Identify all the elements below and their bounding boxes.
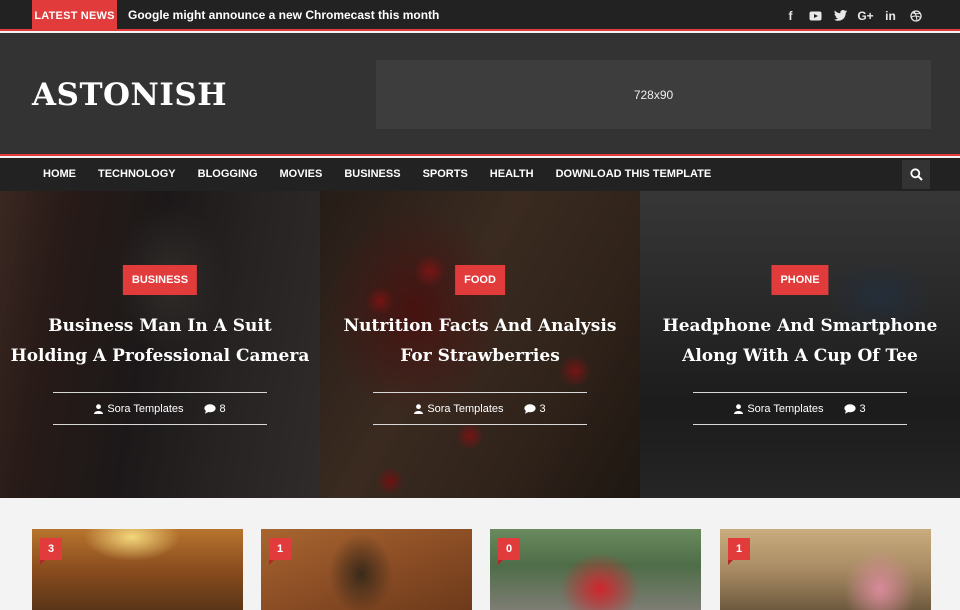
- post-thumbnail: [720, 529, 931, 610]
- twitter-icon[interactable]: [828, 0, 853, 31]
- comment-count[interactable]: 3: [540, 403, 546, 415]
- main-navigation: HOME TECHNOLOGY BLOGGING MOVIES BUSINESS…: [0, 158, 960, 191]
- post-card[interactable]: 1: [261, 529, 472, 610]
- comment-icon: [523, 404, 536, 414]
- post-title[interactable]: Business Man In A Suit Holding A Profess…: [8, 311, 312, 371]
- featured-posts: BUSINESS Business Man In A Suit Holding …: [0, 191, 960, 498]
- post-author[interactable]: Sora Templates: [747, 403, 823, 415]
- nav-item-technology[interactable]: TECHNOLOGY: [87, 158, 187, 191]
- post-author[interactable]: Sora Templates: [427, 403, 503, 415]
- divider: [373, 424, 587, 425]
- nav-item-blogging[interactable]: BLOGGING: [187, 158, 269, 191]
- search-button[interactable]: [902, 160, 930, 189]
- comment-count-badge: 1: [269, 538, 291, 565]
- header-ad-slot[interactable]: 728x90: [376, 60, 931, 129]
- search-icon: [909, 168, 923, 181]
- social-links: f G+ in: [778, 0, 928, 31]
- post-title[interactable]: Nutrition Facts And Analysis For Strawbe…: [328, 311, 632, 371]
- featured-post[interactable]: FOOD Nutrition Facts And Analysis For St…: [320, 191, 640, 498]
- post-card[interactable]: 0: [490, 529, 701, 610]
- top-bar: LATEST NEWS Google might announce a new …: [0, 0, 960, 31]
- comment-count[interactable]: 8: [220, 403, 226, 415]
- site-logo[interactable]: ASTONISH: [32, 77, 227, 113]
- dribbble-icon[interactable]: [903, 0, 928, 31]
- latest-news-label: LATEST NEWS: [32, 0, 117, 31]
- divider: [53, 424, 267, 425]
- nav-item-home[interactable]: HOME: [32, 158, 87, 191]
- comment-count-badge: 1: [728, 538, 750, 565]
- post-meta: Sora Templates 3: [693, 400, 907, 418]
- divider: [53, 392, 267, 393]
- nav-item-business[interactable]: BUSINESS: [333, 158, 411, 191]
- comment-icon: [843, 404, 856, 414]
- user-icon: [414, 404, 424, 414]
- nav-item-movies[interactable]: MOVIES: [269, 158, 334, 191]
- nav-item-health[interactable]: HEALTH: [479, 158, 545, 191]
- user-icon: [734, 404, 744, 414]
- comment-count[interactable]: 3: [860, 403, 866, 415]
- category-badge[interactable]: BUSINESS: [122, 265, 198, 295]
- comment-icon: [203, 404, 216, 414]
- post-meta: Sora Templates 8: [53, 400, 267, 418]
- featured-post[interactable]: PHONE Headphone And Smartphone Along Wit…: [640, 191, 960, 498]
- comment-count-badge: 3: [40, 538, 62, 565]
- site-header: ASTONISH 728x90: [0, 33, 960, 156]
- facebook-icon[interactable]: f: [778, 0, 803, 31]
- category-badge[interactable]: PHONE: [771, 265, 829, 295]
- post-thumbnail: [261, 529, 472, 610]
- latest-news-headline[interactable]: Google might announce a new Chromecast t…: [128, 0, 439, 31]
- user-icon: [94, 404, 104, 414]
- post-thumbnail: [490, 529, 701, 610]
- comment-count-badge: 0: [498, 538, 520, 565]
- recent-posts: 3 1 0 1: [0, 498, 960, 610]
- nav-item-download-template[interactable]: DOWNLOAD THIS TEMPLATE: [545, 158, 723, 191]
- post-author[interactable]: Sora Templates: [107, 403, 183, 415]
- google-plus-icon[interactable]: G+: [853, 0, 878, 31]
- divider: [373, 392, 587, 393]
- post-card[interactable]: 3: [32, 529, 243, 610]
- youtube-icon[interactable]: [803, 0, 828, 31]
- post-thumbnail: [32, 529, 243, 610]
- post-title[interactable]: Headphone And Smartphone Along With A Cu…: [648, 311, 952, 371]
- divider: [693, 392, 907, 393]
- divider: [693, 424, 907, 425]
- featured-post[interactable]: BUSINESS Business Man In A Suit Holding …: [0, 191, 320, 498]
- post-meta: Sora Templates 3: [373, 400, 587, 418]
- category-badge[interactable]: FOOD: [455, 265, 505, 295]
- nav-item-sports[interactable]: SPORTS: [412, 158, 479, 191]
- linkedin-icon[interactable]: in: [878, 0, 903, 31]
- post-card[interactable]: 1: [720, 529, 931, 610]
